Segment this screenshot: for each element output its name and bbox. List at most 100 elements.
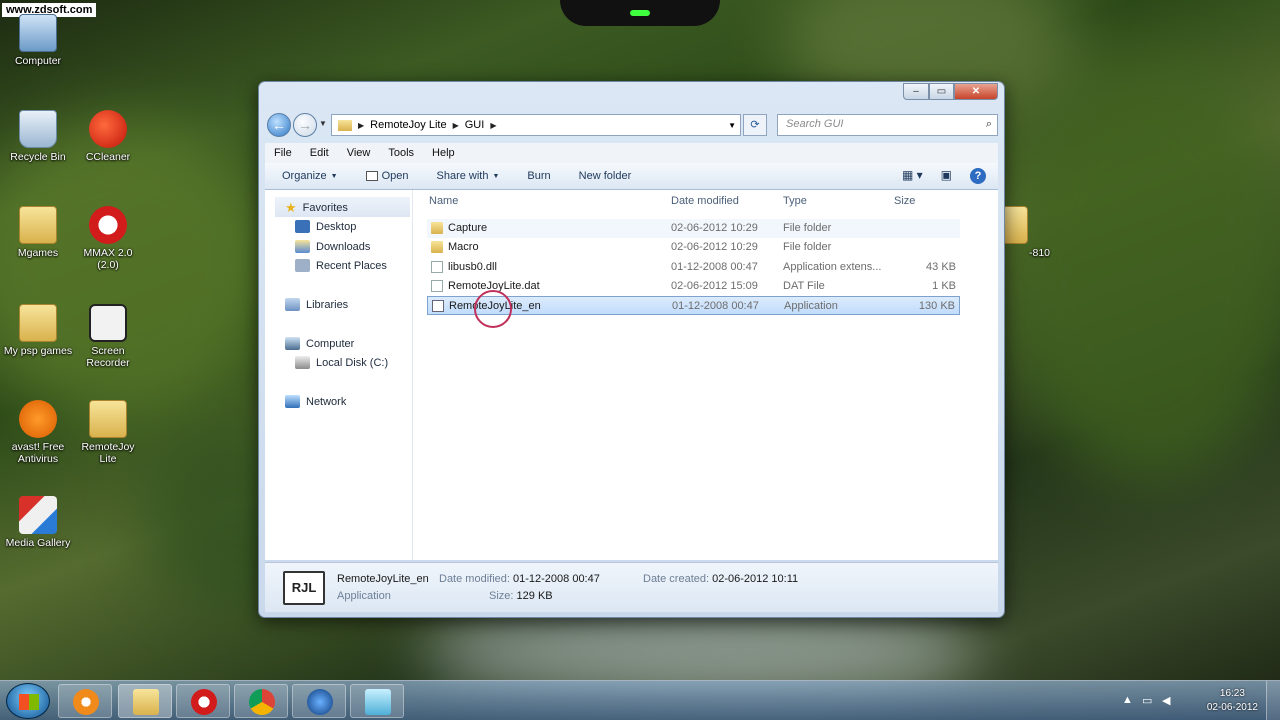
dat-file-icon bbox=[431, 280, 443, 292]
taskbar-explorer[interactable] bbox=[118, 684, 172, 718]
breadcrumb-item[interactable]: GUI bbox=[465, 119, 485, 131]
desktop-icon-ccleaner[interactable]: CCleaner bbox=[72, 110, 144, 163]
address-dropdown-icon[interactable]: ▼ bbox=[728, 121, 736, 130]
file-size: 43 KB bbox=[926, 261, 956, 273]
column-header-size[interactable]: Size bbox=[894, 195, 915, 207]
menu-tools[interactable]: Tools bbox=[388, 147, 414, 159]
folder-icon bbox=[19, 206, 57, 244]
desktop-icon-media-gallery[interactable]: Media Gallery bbox=[2, 496, 74, 549]
breadcrumb-chevron-icon[interactable]: ▶ bbox=[358, 121, 364, 130]
minimize-button[interactable]: – bbox=[903, 83, 929, 100]
desktop-icon-label: avast! Free Antivirus bbox=[11, 441, 65, 465]
search-placeholder: Search GUI bbox=[786, 118, 844, 130]
folder-icon bbox=[89, 400, 127, 438]
breadcrumb-item[interactable]: RemoteJoy Lite bbox=[370, 119, 446, 131]
back-button[interactable]: ← bbox=[267, 113, 291, 137]
folder-icon bbox=[431, 241, 443, 253]
file-row-remotejoylite-dat[interactable]: RemoteJoyLite.dat 02-06-2012 15:09 DAT F… bbox=[427, 277, 960, 296]
search-icon[interactable]: ⌕ bbox=[986, 118, 992, 131]
volume-icon[interactable]: ◀ bbox=[1162, 694, 1170, 707]
taskbar-media-player[interactable] bbox=[58, 684, 112, 718]
details-file-name: RemoteJoyLite_en bbox=[337, 573, 429, 585]
nav-downloads[interactable]: Downloads bbox=[295, 240, 370, 253]
desktop-icon-screen-recorder[interactable]: Screen Recorder bbox=[72, 304, 144, 369]
column-header-date-modified[interactable]: Date modified bbox=[671, 195, 739, 207]
media-player-icon bbox=[73, 689, 99, 715]
show-desktop-button[interactable] bbox=[1266, 681, 1280, 720]
details-date-created-label: Date created: bbox=[643, 573, 710, 585]
address-bar[interactable]: ▶ RemoteJoy Lite ▶ GUI ▶ ▼ bbox=[331, 114, 741, 136]
preview-pane-icon[interactable]: ▣ bbox=[941, 168, 952, 184]
view-options-icon[interactable]: ▦ ▾ bbox=[902, 168, 923, 184]
breadcrumb-chevron-icon[interactable]: ▶ bbox=[490, 121, 496, 130]
show-hidden-icons-icon[interactable]: ▲ bbox=[1122, 694, 1133, 706]
nav-desktop-label: Desktop bbox=[316, 220, 357, 233]
forward-button[interactable]: → bbox=[293, 113, 317, 137]
file-list: Name Date modified Type Size Capture 02-… bbox=[415, 190, 998, 560]
column-header-name[interactable]: Name bbox=[429, 195, 458, 207]
nav-network-label: Network bbox=[306, 395, 347, 408]
clock[interactable]: 16:23 02-06-2012 bbox=[1207, 687, 1258, 715]
clock-time: 16:23 bbox=[1219, 688, 1245, 699]
desktop-icon-remotejoy-lite[interactable]: RemoteJoy Lite bbox=[72, 400, 144, 465]
file-row-libusb0-dll[interactable]: libusb0.dll 01-12-2008 00:47 Application… bbox=[427, 258, 960, 277]
rjl-app-icon: RJL bbox=[283, 571, 325, 605]
nav-libraries[interactable]: Libraries bbox=[285, 298, 348, 311]
refresh-button[interactable]: ⟳ bbox=[743, 114, 767, 136]
nav-computer[interactable]: Computer bbox=[285, 337, 354, 350]
folder-icon bbox=[1002, 206, 1028, 244]
desktop-icon-avast[interactable]: avast! Free Antivirus bbox=[2, 400, 74, 465]
nav-recent-places-label: Recent Places bbox=[316, 259, 387, 272]
nav-recent-places[interactable]: Recent Places bbox=[295, 259, 387, 272]
file-type: DAT File bbox=[783, 280, 825, 292]
desktop-icon-label: CCleaner bbox=[85, 151, 131, 163]
breadcrumb-chevron-icon[interactable]: ▶ bbox=[453, 121, 459, 130]
file-row-macro[interactable]: Macro 02-06-2012 10:29 File folder bbox=[427, 238, 960, 257]
maximize-button[interactable]: ▭ bbox=[929, 83, 954, 100]
details-size-value: 129 KB bbox=[516, 590, 553, 602]
taskbar-chrome[interactable] bbox=[234, 684, 288, 718]
details-size: Size: 129 KB bbox=[489, 590, 553, 602]
new-folder-button[interactable]: New folder bbox=[579, 170, 632, 182]
navigation-bar: ← → ▼ ▶ RemoteJoy Lite ▶ GUI ▶ ▼ ⟳ Searc… bbox=[267, 112, 998, 138]
desktop-icon-mmax[interactable]: MMAX 2.0 (2.0) bbox=[72, 206, 144, 271]
desktop-icon-my-psp-games[interactable]: My psp games bbox=[2, 304, 74, 357]
burn-button[interactable]: Burn bbox=[527, 170, 550, 182]
start-button[interactable] bbox=[6, 683, 50, 719]
menu-file[interactable]: File bbox=[274, 147, 292, 159]
desktop-icon-recycle-bin[interactable]: Recycle Bin bbox=[2, 110, 74, 163]
nav-network[interactable]: Network bbox=[285, 395, 346, 408]
taskbar-globe-app[interactable] bbox=[292, 684, 346, 718]
taskbar-app[interactable] bbox=[350, 684, 404, 718]
nav-favorites[interactable]: ★ Favorites bbox=[285, 200, 348, 216]
desktop-icon-label: Media Gallery bbox=[5, 537, 71, 549]
drive-icon bbox=[295, 356, 310, 369]
menu-help[interactable]: Help bbox=[432, 147, 455, 159]
taskbar-mmax[interactable] bbox=[176, 684, 230, 718]
desktop-icon-mgames[interactable]: Mgames bbox=[2, 206, 74, 259]
network-tray-icon[interactable]: ▭ bbox=[1142, 694, 1152, 707]
menu-edit[interactable]: Edit bbox=[310, 147, 329, 159]
share-with-button[interactable]: Share with ▼ bbox=[437, 170, 500, 182]
nav-desktop[interactable]: Desktop bbox=[295, 220, 356, 233]
explorer-body: ★ Favorites Desktop Downloads Recent Pla… bbox=[265, 190, 998, 560]
desktop-icon-computer[interactable]: Computer bbox=[2, 14, 74, 67]
organize-button[interactable]: Organize ▼ bbox=[282, 170, 338, 182]
nav-local-disk[interactable]: Local Disk (C:) bbox=[295, 356, 388, 369]
help-icon[interactable]: ? bbox=[970, 168, 986, 184]
open-button[interactable]: Open bbox=[365, 170, 409, 182]
details-size-label: Size: bbox=[489, 590, 514, 602]
explorer-window: – ▭ ✕ ← → ▼ ▶ RemoteJoy Lite ▶ GUI ▶ ▼ ⟳… bbox=[258, 81, 1005, 618]
column-header-type[interactable]: Type bbox=[783, 195, 807, 207]
menu-view[interactable]: View bbox=[347, 147, 371, 159]
search-input[interactable]: Search GUI ⌕ bbox=[777, 114, 998, 136]
file-date: 02-06-2012 15:09 bbox=[671, 280, 758, 292]
mmax-icon bbox=[89, 206, 127, 244]
close-button[interactable]: ✕ bbox=[954, 83, 998, 100]
recent-pages-dropdown[interactable]: ▼ bbox=[319, 119, 327, 128]
desktop-icon-label-line2: (2.0) bbox=[97, 259, 119, 271]
file-row-capture[interactable]: Capture 02-06-2012 10:29 File folder bbox=[427, 219, 960, 238]
libraries-icon bbox=[285, 298, 300, 311]
computer-icon bbox=[19, 14, 57, 52]
chrome-icon bbox=[249, 689, 275, 715]
